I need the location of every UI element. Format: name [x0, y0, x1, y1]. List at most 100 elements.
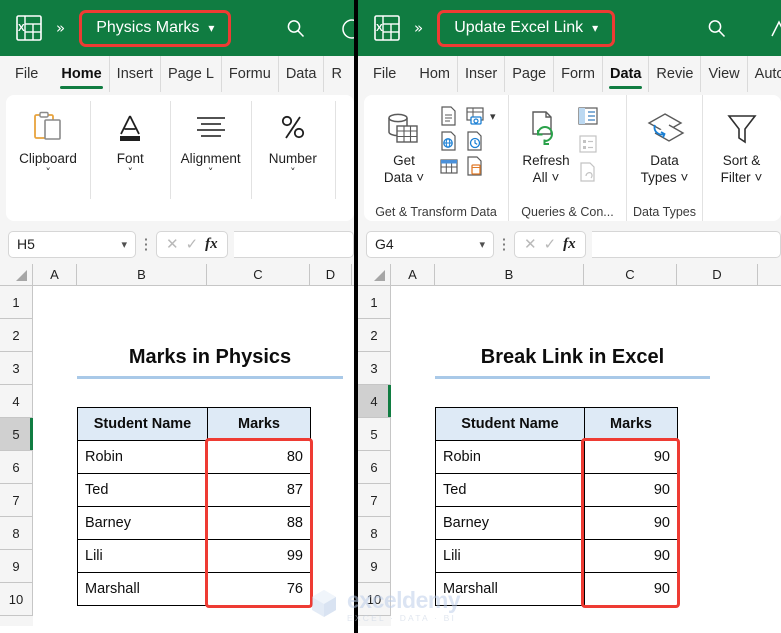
document-name-chip-right[interactable]: Update Excel Link ▾: [437, 9, 616, 47]
table-row[interactable]: Marshall 76: [77, 572, 311, 606]
ribbon-tabs-right[interactable]: File Hom Inser Page Form Data Revie View…: [358, 56, 781, 92]
tab-insert[interactable]: Inser: [458, 56, 506, 92]
column-header-a[interactable]: A: [33, 264, 77, 285]
row-header-5[interactable]: 5: [358, 418, 391, 451]
row-header-3[interactable]: 3: [0, 352, 33, 385]
column-header-partial[interactable]: [758, 264, 781, 285]
search-icon[interactable]: [706, 18, 728, 40]
tab-file[interactable]: File: [366, 56, 412, 92]
queries-connections-icon[interactable]: [577, 105, 599, 127]
tab-automate[interactable]: Auto: [748, 56, 781, 92]
table-row[interactable]: Lili 99: [77, 539, 311, 573]
row-header-5[interactable]: 5: [0, 418, 33, 451]
row-header-6[interactable]: 6: [358, 451, 391, 484]
cell-name[interactable]: Barney: [77, 506, 208, 540]
enter-check-icon[interactable]: ✓: [544, 235, 557, 253]
table-row[interactable]: Marshall 90: [435, 572, 678, 606]
column-header-b[interactable]: B: [435, 264, 584, 285]
chevron-down-icon[interactable]: ▾: [479, 238, 485, 251]
ribbon-group-data-types[interactable]: Data Types ˅ Data Types: [626, 95, 702, 221]
chevron-down-icon[interactable]: ˅: [551, 170, 559, 185]
select-all-corner[interactable]: [0, 264, 33, 285]
select-all-corner[interactable]: [358, 264, 391, 285]
tab-view[interactable]: View: [701, 56, 748, 92]
tab-data[interactable]: Data: [279, 56, 325, 92]
edit-links-icon[interactable]: [577, 161, 599, 183]
from-web-icon[interactable]: [438, 130, 460, 152]
from-text-csv-icon[interactable]: [438, 105, 460, 127]
cell-marks[interactable]: 90: [584, 473, 678, 507]
row-header-1[interactable]: 1: [0, 286, 33, 319]
table-row[interactable]: Ted 90: [435, 473, 678, 507]
row-header-8[interactable]: 8: [0, 517, 33, 550]
tab-review[interactable]: Revie: [649, 56, 702, 92]
tab-page-layout[interactable]: Page: [505, 56, 555, 92]
table-row[interactable]: Barney 88: [77, 506, 311, 540]
formula-input-right[interactable]: [591, 230, 781, 258]
chevron-down-icon[interactable]: ˅: [128, 167, 134, 178]
existing-connections-icon[interactable]: [438, 155, 460, 177]
tab-page-layout[interactable]: Page L: [161, 56, 222, 92]
cell-name[interactable]: Robin: [435, 440, 585, 474]
cell-marks[interactable]: 87: [207, 473, 311, 507]
cell-marks[interactable]: 90: [584, 539, 678, 573]
table-row[interactable]: Barney 90: [435, 506, 678, 540]
column-header-d[interactable]: D: [310, 264, 352, 285]
tab-review[interactable]: R: [324, 56, 348, 92]
table-row[interactable]: Ted 87: [77, 473, 311, 507]
account-circle-icon[interactable]: [341, 18, 354, 40]
column-header-d[interactable]: D: [677, 264, 758, 285]
row-header-1[interactable]: 1: [358, 286, 391, 319]
row-header-9[interactable]: 9: [0, 550, 33, 583]
row-header-2[interactable]: 2: [358, 319, 391, 352]
from-table-range-icon[interactable]: [464, 105, 486, 127]
row-header-7[interactable]: 7: [0, 484, 33, 517]
search-icon[interactable]: [285, 18, 307, 40]
chevron-down-icon[interactable]: ▾: [592, 21, 598, 35]
tab-home[interactable]: Hom: [412, 56, 458, 92]
cell-marks[interactable]: 88: [207, 506, 311, 540]
column-header-b[interactable]: B: [77, 264, 207, 285]
cancel-x-icon[interactable]: ✕: [524, 235, 537, 253]
ribbon-group-sort-filter[interactable]: Sort & Filter ˅: [702, 95, 780, 221]
ribbon-group-clipboard[interactable]: Clipboard ˅: [6, 95, 90, 221]
cell-name[interactable]: Barney: [435, 506, 585, 540]
name-box-left[interactable]: H5 ▾: [8, 230, 136, 258]
ribbon-group-alignment[interactable]: Alignment ˅: [170, 95, 250, 221]
cell-marks[interactable]: 80: [207, 440, 311, 474]
table-row[interactable]: Lili 90: [435, 539, 678, 573]
cell-name[interactable]: Ted: [435, 473, 585, 507]
recent-sources-icon[interactable]: [464, 130, 486, 152]
formula-input-left[interactable]: [233, 230, 354, 258]
ribbon-group-queries[interactable]: Refresh All ˅ Queries & Con...: [508, 95, 626, 221]
chevron-down-icon[interactable]: ˅: [45, 167, 51, 178]
cell-name[interactable]: Ted: [77, 473, 208, 507]
row-header-10[interactable]: 10: [358, 583, 391, 616]
row-header-4[interactable]: 4: [0, 385, 33, 418]
cell-name[interactable]: Lili: [435, 539, 585, 573]
account-circle-icon[interactable]: [768, 18, 781, 40]
chevron-down-icon[interactable]: ▾: [121, 238, 127, 251]
document-name-chip-left[interactable]: Physics Marks ▾: [79, 9, 232, 47]
row-header-6[interactable]: 6: [0, 451, 33, 484]
tab-file[interactable]: File: [8, 56, 54, 92]
chevron-down-icon[interactable]: ▾: [208, 21, 214, 35]
ribbon-tabs-left[interactable]: File Home Insert Page L Formu Data R: [0, 56, 354, 92]
cell-name[interactable]: Robin: [77, 440, 208, 474]
chevron-down-icon[interactable]: ˅: [208, 167, 214, 178]
chevron-down-icon[interactable]: ˅: [416, 170, 424, 185]
tab-formulas[interactable]: Form: [554, 56, 603, 92]
row-header-3[interactable]: 3: [358, 352, 391, 385]
cell-marks[interactable]: 90: [584, 440, 678, 474]
row-header-4[interactable]: 4: [358, 385, 391, 418]
table-row[interactable]: Robin 80: [77, 440, 311, 474]
chevron-down-icon[interactable]: ˅: [754, 170, 762, 185]
chevron-double-right-icon[interactable]: »: [414, 19, 423, 37]
vertical-dots-icon[interactable]: ⋮: [494, 237, 514, 252]
sheet-canvas-left[interactable]: Marks in Physics Student Name Marks Robi…: [33, 286, 354, 626]
cell-marks[interactable]: 99: [207, 539, 311, 573]
cell-name[interactable]: Lili: [77, 539, 208, 573]
table-row[interactable]: Robin 90: [435, 440, 678, 474]
row-header-8[interactable]: 8: [358, 517, 391, 550]
tab-insert[interactable]: Insert: [110, 56, 161, 92]
